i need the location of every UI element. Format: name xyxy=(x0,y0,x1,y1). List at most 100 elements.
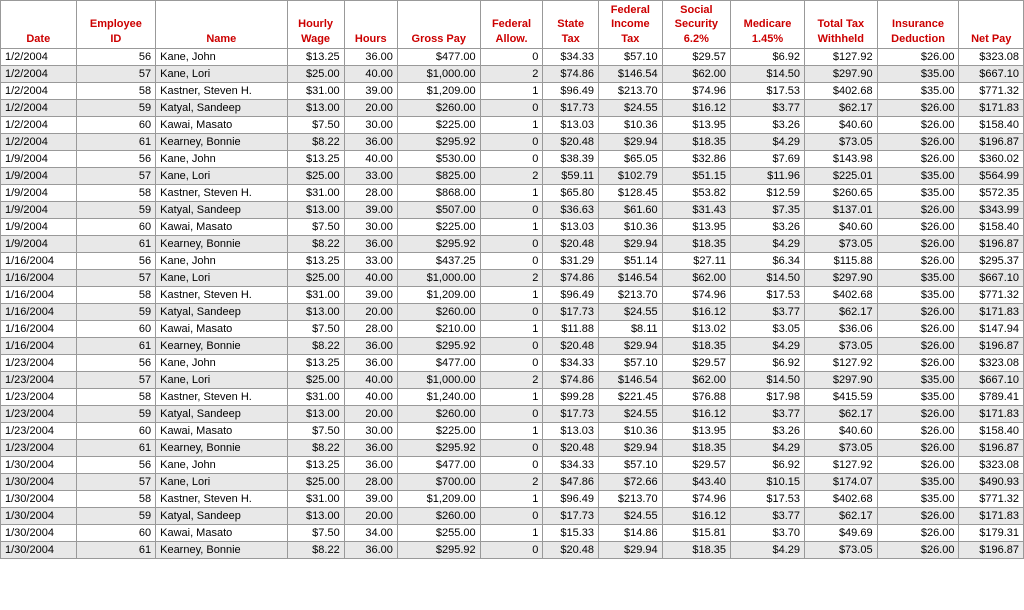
cell-social_security: $51.15 xyxy=(662,167,730,184)
cell-fed_income_tax: $51.14 xyxy=(599,252,663,269)
cell-state_tax: $17.73 xyxy=(543,507,599,524)
table-row: 1/2/200458Kastner, Steven H.$31.0039.00$… xyxy=(1,82,1024,99)
cell-hours: 36.00 xyxy=(344,48,397,65)
cell-hours: 36.00 xyxy=(344,235,397,252)
cell-emp_id: 60 xyxy=(76,116,156,133)
table-row: 1/30/200460Kawai, Masato$7.5034.00$255.0… xyxy=(1,524,1024,541)
cell-fed_income_tax: $57.10 xyxy=(599,354,663,371)
cell-net_pay: $196.87 xyxy=(959,337,1024,354)
cell-insurance_deduction: $26.00 xyxy=(877,354,959,371)
cell-name: Kawai, Masato xyxy=(156,422,287,439)
cell-net_pay: $196.87 xyxy=(959,541,1024,558)
cell-state_tax: $74.86 xyxy=(543,65,599,82)
cell-medicare: $6.92 xyxy=(731,48,805,65)
cell-hours: 36.00 xyxy=(344,337,397,354)
cell-fed_income_tax: $72.66 xyxy=(599,473,663,490)
cell-insurance_deduction: $35.00 xyxy=(877,65,959,82)
cell-state_tax: $15.33 xyxy=(543,524,599,541)
cell-name: Kawai, Masato xyxy=(156,320,287,337)
cell-total_tax_withheld: $260.65 xyxy=(805,184,878,201)
cell-medicare: $3.26 xyxy=(731,218,805,235)
cell-gross_pay: $700.00 xyxy=(397,473,480,490)
cell-date: 1/9/2004 xyxy=(1,167,77,184)
cell-net_pay: $171.83 xyxy=(959,507,1024,524)
cell-medicare: $17.53 xyxy=(731,286,805,303)
table-row: 1/9/200457Kane, Lori$25.0033.00$825.002$… xyxy=(1,167,1024,184)
cell-emp_id: 60 xyxy=(76,524,156,541)
cell-emp_id: 61 xyxy=(76,337,156,354)
cell-emp_id: 56 xyxy=(76,150,156,167)
cell-hours: 36.00 xyxy=(344,439,397,456)
table-row: 1/9/200461Kearney, Bonnie$8.2236.00$295.… xyxy=(1,235,1024,252)
cell-state_tax: $65.80 xyxy=(543,184,599,201)
cell-name: Kearney, Bonnie xyxy=(156,133,287,150)
cell-net_pay: $771.32 xyxy=(959,82,1024,99)
cell-state_tax: $13.03 xyxy=(543,422,599,439)
cell-name: Katyal, Sandeep xyxy=(156,201,287,218)
cell-insurance_deduction: $26.00 xyxy=(877,201,959,218)
cell-date: 1/9/2004 xyxy=(1,184,77,201)
header-name: Name xyxy=(156,1,287,49)
cell-state_tax: $34.33 xyxy=(543,456,599,473)
cell-gross_pay: $1,000.00 xyxy=(397,65,480,82)
cell-medicare: $3.77 xyxy=(731,507,805,524)
cell-medicare: $6.34 xyxy=(731,252,805,269)
cell-fed_income_tax: $213.70 xyxy=(599,286,663,303)
cell-medicare: $17.53 xyxy=(731,82,805,99)
cell-fed_income_tax: $102.79 xyxy=(599,167,663,184)
cell-date: 1/2/2004 xyxy=(1,116,77,133)
cell-name: Kane, John xyxy=(156,150,287,167)
cell-state_tax: $20.48 xyxy=(543,541,599,558)
cell-hourly_wage: $7.50 xyxy=(287,116,344,133)
cell-name: Kastner, Steven H. xyxy=(156,184,287,201)
cell-medicare: $17.98 xyxy=(731,388,805,405)
table-row: 1/16/200459Katyal, Sandeep$13.0020.00$26… xyxy=(1,303,1024,320)
header-hours: Hours xyxy=(344,1,397,49)
cell-gross_pay: $1,000.00 xyxy=(397,371,480,388)
cell-hourly_wage: $31.00 xyxy=(287,184,344,201)
cell-insurance_deduction: $26.00 xyxy=(877,252,959,269)
cell-fed_allow: 2 xyxy=(480,371,543,388)
cell-state_tax: $17.73 xyxy=(543,99,599,116)
table-row: 1/23/200460Kawai, Masato$7.5030.00$225.0… xyxy=(1,422,1024,439)
cell-total_tax_withheld: $40.60 xyxy=(805,422,878,439)
cell-social_security: $16.12 xyxy=(662,405,730,422)
cell-hourly_wage: $8.22 xyxy=(287,337,344,354)
cell-state_tax: $38.39 xyxy=(543,150,599,167)
cell-fed_allow: 0 xyxy=(480,439,543,456)
cell-hours: 30.00 xyxy=(344,116,397,133)
cell-fed_allow: 0 xyxy=(480,507,543,524)
cell-net_pay: $771.32 xyxy=(959,490,1024,507)
cell-fed_income_tax: $128.45 xyxy=(599,184,663,201)
cell-net_pay: $323.08 xyxy=(959,456,1024,473)
cell-fed_income_tax: $14.86 xyxy=(599,524,663,541)
cell-emp_id: 58 xyxy=(76,388,156,405)
table-row: 1/2/200459Katyal, Sandeep$13.0020.00$260… xyxy=(1,99,1024,116)
cell-date: 1/30/2004 xyxy=(1,541,77,558)
cell-fed_income_tax: $213.70 xyxy=(599,82,663,99)
cell-fed_income_tax: $146.54 xyxy=(599,65,663,82)
cell-hours: 36.00 xyxy=(344,541,397,558)
cell-social_security: $32.86 xyxy=(662,150,730,167)
cell-fed_allow: 0 xyxy=(480,150,543,167)
cell-net_pay: $147.94 xyxy=(959,320,1024,337)
cell-hourly_wage: $31.00 xyxy=(287,490,344,507)
cell-emp_id: 58 xyxy=(76,286,156,303)
cell-gross_pay: $530.00 xyxy=(397,150,480,167)
cell-fed_income_tax: $146.54 xyxy=(599,269,663,286)
cell-name: Kastner, Steven H. xyxy=(156,82,287,99)
cell-date: 1/2/2004 xyxy=(1,48,77,65)
cell-fed_allow: 2 xyxy=(480,269,543,286)
table-row: 1/23/200459Katyal, Sandeep$13.0020.00$26… xyxy=(1,405,1024,422)
cell-social_security: $62.00 xyxy=(662,65,730,82)
cell-social_security: $31.43 xyxy=(662,201,730,218)
cell-emp_id: 57 xyxy=(76,371,156,388)
cell-total_tax_withheld: $415.59 xyxy=(805,388,878,405)
cell-name: Kastner, Steven H. xyxy=(156,286,287,303)
cell-social_security: $18.35 xyxy=(662,235,730,252)
cell-name: Kane, Lori xyxy=(156,167,287,184)
cell-social_security: $53.82 xyxy=(662,184,730,201)
cell-medicare: $3.77 xyxy=(731,99,805,116)
cell-net_pay: $771.32 xyxy=(959,286,1024,303)
cell-fed_income_tax: $61.60 xyxy=(599,201,663,218)
